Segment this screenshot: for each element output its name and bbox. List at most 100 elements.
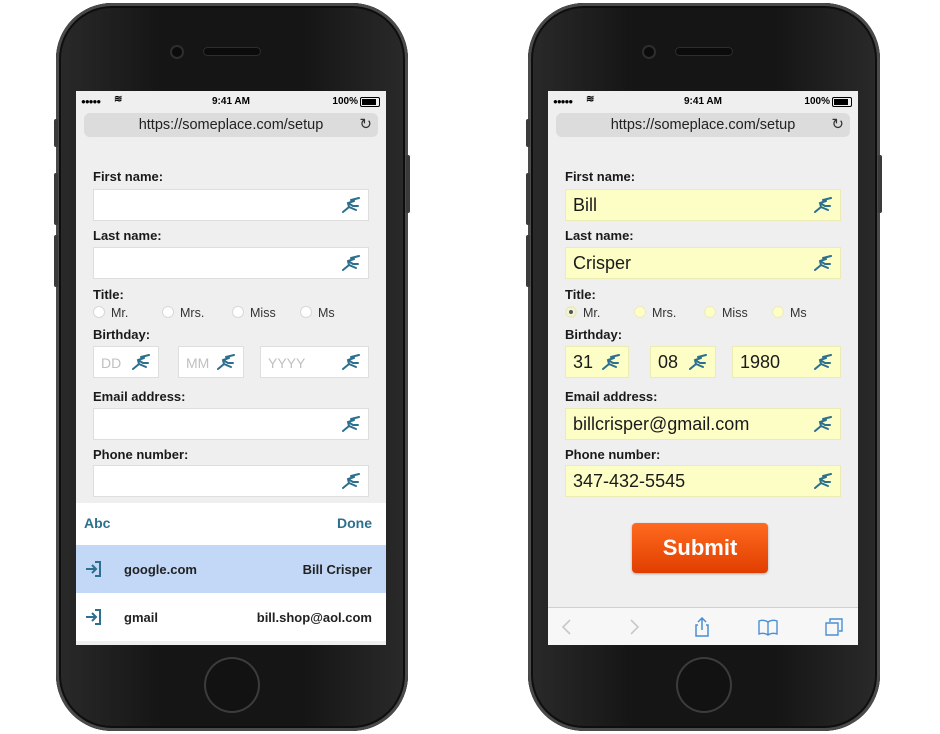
phone-label: Phone number: [565, 447, 661, 462]
front-camera [644, 47, 654, 57]
reload-icon[interactable]: ↻ [359, 113, 372, 137]
runner-icon[interactable] [129, 354, 153, 372]
birthday-month-input[interactable]: MM [178, 346, 244, 378]
runner-icon[interactable] [686, 354, 710, 372]
radio-dot[interactable] [93, 306, 105, 318]
runner-icon[interactable] [811, 255, 835, 273]
title-radio-mrs[interactable]: Mrs. [634, 306, 676, 320]
radio-label: Mrs. [652, 306, 677, 320]
forward-icon[interactable] [624, 617, 644, 637]
radio-label: Mrs. [180, 306, 205, 320]
phone-input[interactable]: 347-432-5545 [565, 465, 841, 497]
status-bar: ●●●●● ≋ 9:41 AM 100% [548, 91, 858, 111]
address-bar[interactable]: https://someplace.com/setup ↻ [556, 113, 850, 137]
runner-icon[interactable] [811, 473, 835, 491]
volume-up-button [526, 173, 530, 225]
title-radio-mr[interactable]: Mr. [565, 306, 600, 320]
runner-icon[interactable] [811, 197, 835, 215]
last-name-label: Last name: [565, 228, 634, 243]
share-icon[interactable] [692, 617, 712, 637]
runner-icon[interactable] [214, 354, 238, 372]
title-radio-miss[interactable]: Miss [704, 306, 748, 320]
runner-icon[interactable] [339, 255, 363, 273]
power-button [406, 155, 410, 213]
birthday-year-input[interactable]: 1980 [732, 346, 841, 378]
radio-dot[interactable] [634, 306, 646, 318]
battery-icon [360, 97, 380, 107]
title-radio-mr[interactable]: Mr. [93, 306, 128, 320]
birthday-month-value: 08 [658, 352, 679, 372]
first-name-label: First name: [565, 169, 636, 184]
last-name-label: Last name: [93, 228, 162, 243]
radio-label: Miss [250, 306, 276, 320]
runner-icon[interactable] [339, 416, 363, 434]
radio-dot[interactable] [162, 306, 174, 318]
title-radio-ms[interactable]: Ms [300, 306, 335, 320]
radio-dot[interactable] [772, 306, 784, 318]
runner-icon[interactable] [339, 473, 363, 491]
email-input[interactable] [93, 408, 369, 440]
suggestion-site: gmail [124, 610, 158, 625]
last-name-input[interactable] [93, 247, 369, 279]
phone-label: Phone number: [93, 447, 189, 462]
done-button[interactable]: Done [337, 515, 372, 531]
runner-icon[interactable] [339, 197, 363, 215]
battery-percent: 100% [804, 96, 830, 107]
title-radio-mrs[interactable]: Mrs. [162, 306, 204, 320]
month-placeholder: MM [186, 355, 210, 371]
setup-form: First name: Bill Last name: Crisper Titl… [548, 147, 858, 587]
login-suggestion[interactable]: google.com Bill Crisper [76, 545, 386, 593]
birthday-day-value: 31 [573, 352, 594, 372]
login-suggestion[interactable]: gmail bill.shop@aol.com [76, 593, 386, 641]
tabs-icon[interactable] [824, 617, 844, 637]
title-radio-group: Mr. Mrs. Miss Ms [548, 306, 858, 322]
email-input[interactable]: billcrisper@gmail.com [565, 408, 841, 440]
runner-icon[interactable] [339, 354, 363, 372]
birthday-label: Birthday: [93, 327, 151, 342]
home-button [676, 657, 732, 713]
address-bar[interactable]: https://someplace.com/setup ↻ [84, 113, 378, 137]
radio-dot[interactable] [300, 306, 312, 318]
birthday-day-input[interactable]: DD [93, 346, 159, 378]
phone-left: ●●●●● ≋ 9:41 AM 100% https://someplace.c… [54, 3, 410, 731]
birthday-month-input[interactable]: 08 [650, 346, 716, 378]
front-camera [172, 47, 182, 57]
radio-dot[interactable] [232, 306, 244, 318]
title-radio-ms[interactable]: Ms [772, 306, 807, 320]
reload-icon[interactable]: ↻ [831, 113, 844, 137]
screen: ●●●●● ≋ 9:41 AM 100% https://someplace.c… [76, 91, 386, 645]
title-label: Title: [93, 287, 124, 302]
keyboard-accessory-bar: Abc Done [76, 503, 386, 545]
phone-input[interactable] [93, 465, 369, 497]
email-label: Email address: [565, 389, 658, 404]
suggestion-user: Bill Crisper [302, 562, 372, 577]
earpiece-speaker [204, 48, 260, 55]
year-placeholder: YYYY [268, 355, 306, 371]
bookmarks-icon[interactable] [758, 617, 778, 637]
title-radio-miss[interactable]: Miss [232, 306, 276, 320]
title-radio-group: Mr. Mrs. Miss Ms [76, 306, 386, 322]
runner-icon[interactable] [811, 354, 835, 372]
first-name-input[interactable]: Bill [565, 189, 841, 221]
last-name-input[interactable]: Crisper [565, 247, 841, 279]
first-name-input[interactable] [93, 189, 369, 221]
login-icon [86, 609, 101, 625]
email-label: Email address: [93, 389, 186, 404]
url-text: https://someplace.com/setup [610, 117, 796, 133]
abc-button[interactable]: Abc [84, 515, 110, 531]
runner-icon[interactable] [599, 354, 623, 372]
radio-dot-selected[interactable] [565, 306, 577, 318]
birthday-year-value: 1980 [740, 352, 781, 372]
url-text: https://someplace.com/setup [138, 117, 324, 133]
home-button [204, 657, 260, 713]
back-icon[interactable] [557, 617, 577, 637]
phone-right: ●●●●● ≋ 9:41 AM 100% https://someplace.c… [526, 3, 882, 731]
radio-dot[interactable] [704, 306, 716, 318]
birthday-day-input[interactable]: 31 [565, 346, 629, 378]
day-placeholder: DD [101, 355, 122, 371]
runner-icon[interactable] [811, 416, 835, 434]
submit-button[interactable]: Submit [632, 523, 768, 573]
birthday-year-input[interactable]: YYYY [260, 346, 369, 378]
title-label: Title: [565, 287, 596, 302]
radio-label: Ms [318, 306, 335, 320]
